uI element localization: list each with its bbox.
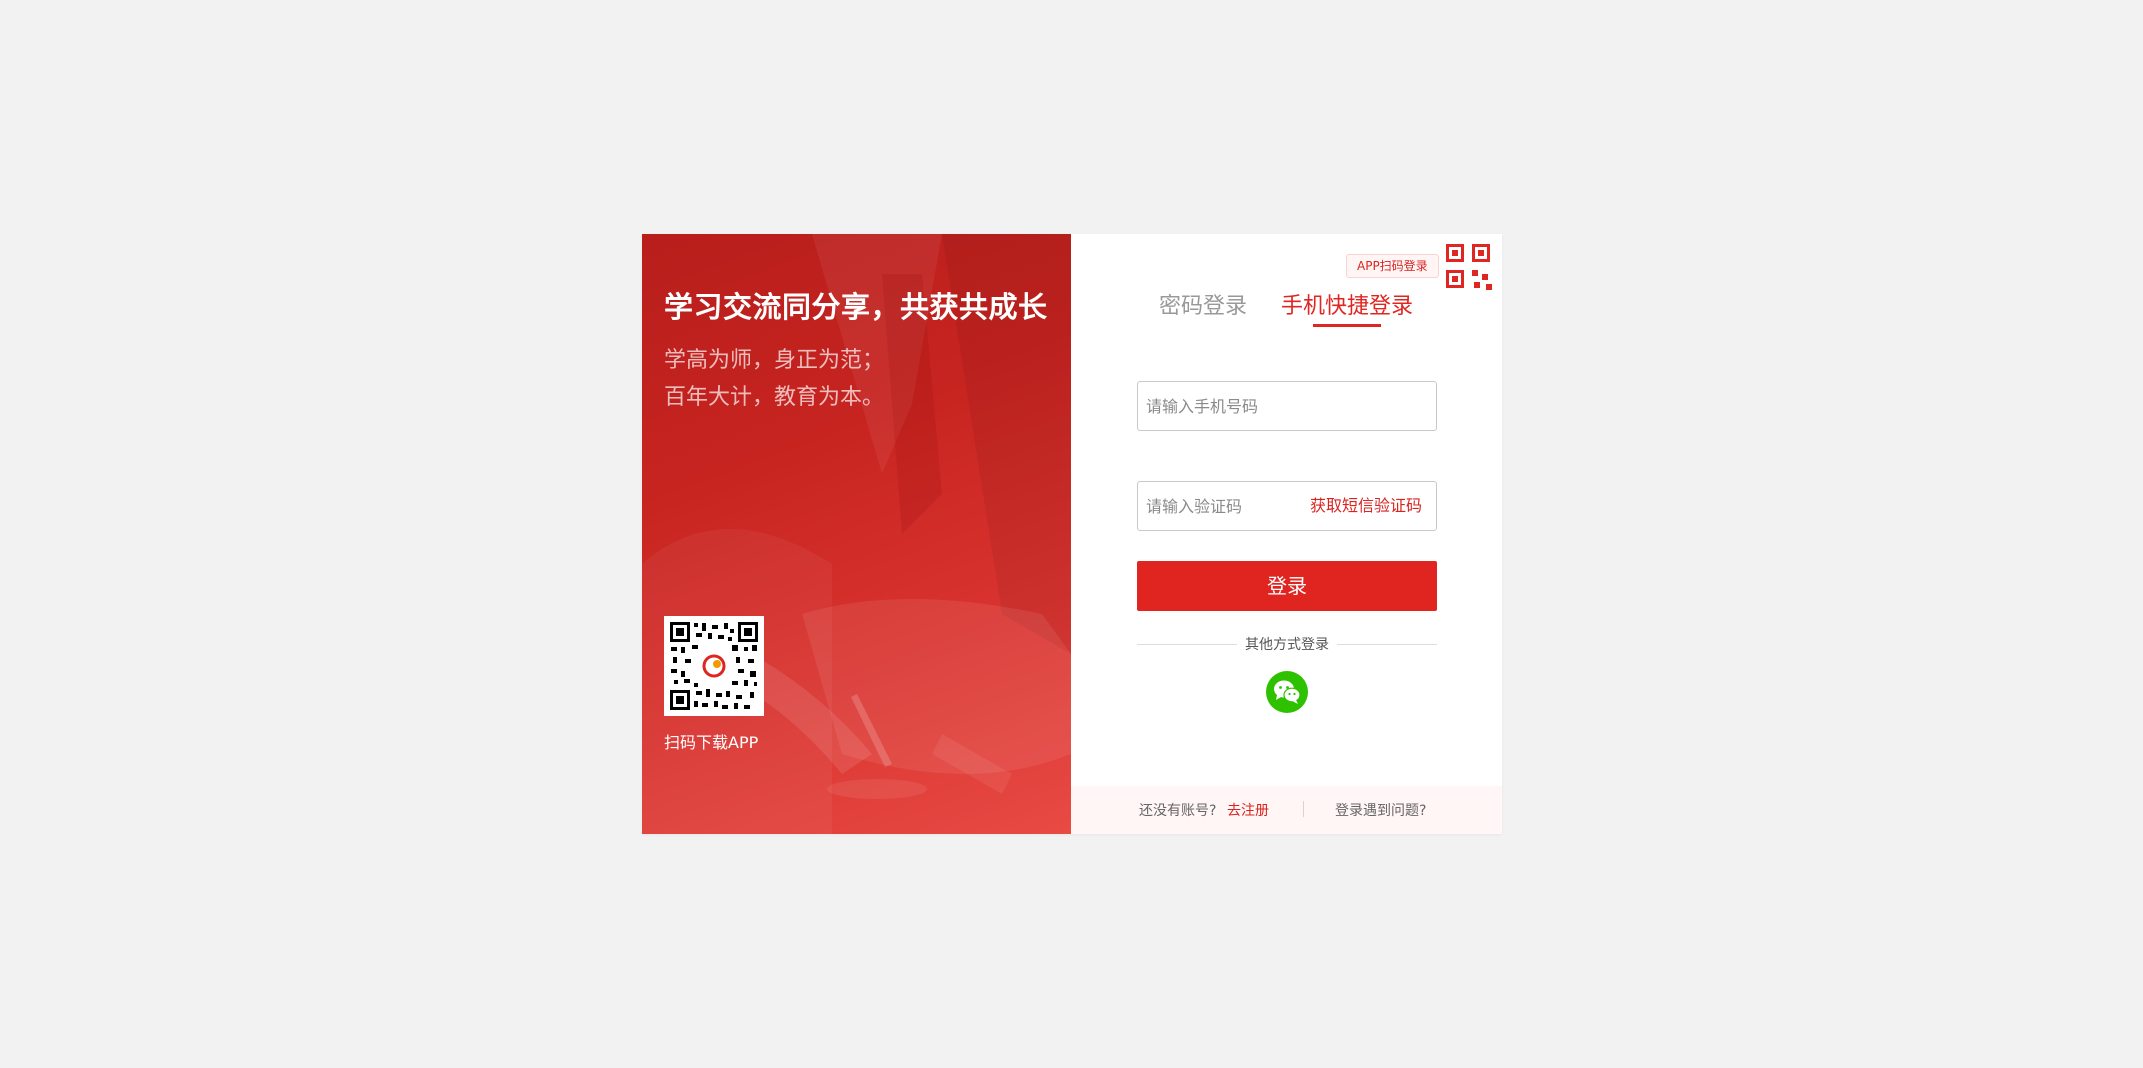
verification-code-field[interactable]: 获取短信验证码 bbox=[1137, 481, 1437, 531]
qr-code-icon bbox=[668, 620, 760, 712]
phone-input[interactable] bbox=[1138, 382, 1436, 430]
wechat-login-button[interactable] bbox=[1266, 671, 1308, 713]
promo-motto-line1: 学高为师，身正为范； bbox=[664, 348, 885, 373]
login-tabs: 密码登录 手机快捷登录 bbox=[1071, 288, 1502, 328]
promo-panel: 学习交流同分享，共获共成长 学高为师，身正为范； 百年大计，教育为本。 扫码下载… bbox=[642, 234, 1071, 834]
divider-line-right bbox=[1337, 644, 1437, 645]
wechat-icon bbox=[1274, 680, 1301, 704]
no-account-text: 还没有账号? bbox=[1139, 803, 1217, 819]
login-problem-link[interactable]: 登录遇到问题? bbox=[1335, 800, 1426, 820]
app-download-qr-code bbox=[664, 616, 764, 716]
app-scan-login-tag[interactable]: APP扫码登录 bbox=[1346, 254, 1439, 278]
login-footer: 还没有账号? 去注册 登录遇到问题? bbox=[1071, 786, 1502, 834]
login-panel: APP扫码登录 密码登录 手机快捷登录 请输入手机号码 请输入验证码 获取短信验… bbox=[1071, 234, 1502, 834]
tab-phone-login[interactable]: 手机快捷登录 bbox=[1281, 288, 1413, 320]
get-sms-code-button[interactable]: 获取短信验证码 bbox=[1310, 482, 1422, 530]
footer-separator bbox=[1303, 801, 1304, 817]
tab-password-login[interactable]: 密码登录 bbox=[1159, 288, 1247, 320]
qr-switch-icon[interactable] bbox=[1446, 244, 1494, 292]
register-link[interactable]: 去注册 bbox=[1227, 800, 1269, 820]
login-card: 学习交流同分享，共获共成长 学高为师，身正为范； 百年大计，教育为本。 扫码下载… bbox=[642, 234, 1502, 834]
qr-download-caption: 扫码下载APP bbox=[664, 733, 759, 752]
promo-title: 学习交流同分享，共获共成长 bbox=[664, 290, 1048, 324]
verification-code-input[interactable] bbox=[1138, 482, 1298, 530]
active-tab-indicator bbox=[1313, 324, 1381, 327]
login-button[interactable]: 登录 bbox=[1137, 561, 1437, 611]
other-login-divider: 其他方式登录 bbox=[1137, 634, 1437, 654]
promo-motto-line2: 百年大计，教育为本。 bbox=[664, 385, 885, 410]
phone-field[interactable] bbox=[1137, 381, 1437, 431]
